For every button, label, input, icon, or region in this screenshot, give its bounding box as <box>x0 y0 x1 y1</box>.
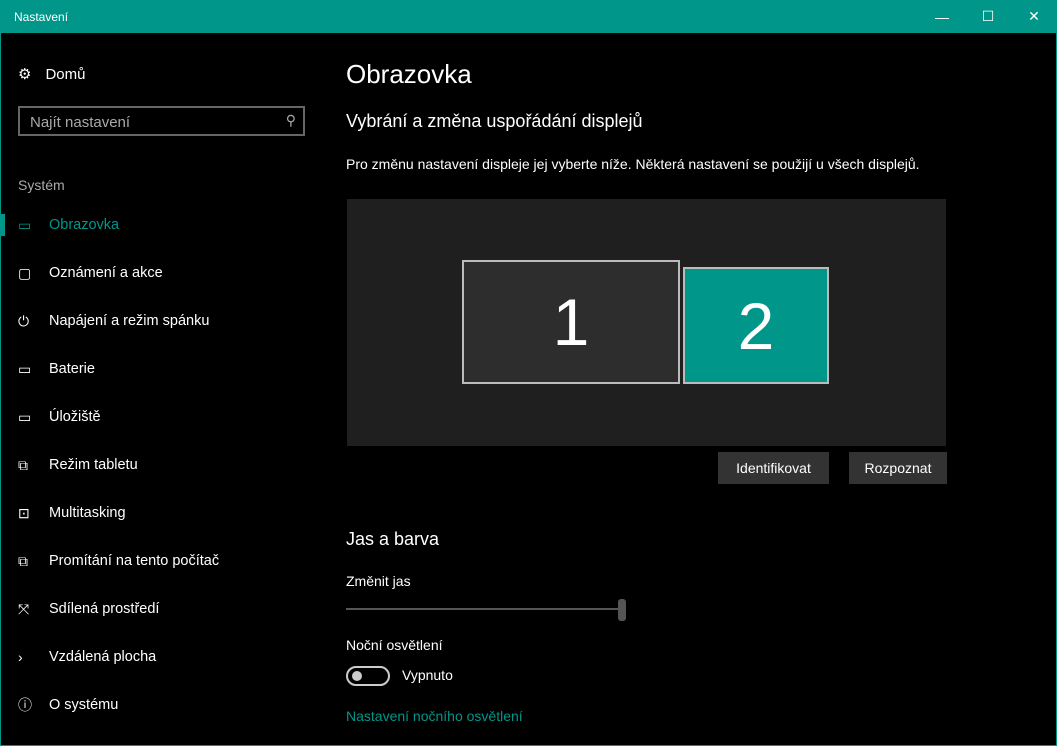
sidebar-item-1[interactable]: ▢ Oznámení a akce <box>1 253 321 293</box>
night-light-label: Noční osvětlení <box>346 637 443 653</box>
night-light-state: Vypnuto <box>402 667 453 683</box>
monitor-2[interactable]: 2 <box>683 267 829 384</box>
sidebar-item-label: Oznámení a akce <box>49 265 163 281</box>
search-placeholder: Najít nastavení <box>30 114 131 131</box>
sidebar-item-icon: ⧉ <box>18 552 28 569</box>
sidebar-item-label: Promítání na tento počítač <box>49 553 220 569</box>
night-light-toggle[interactable] <box>346 666 390 686</box>
sidebar-item-4[interactable]: ▭ Úložiště <box>1 397 321 437</box>
section-label: Systém <box>18 177 65 193</box>
brightness-slider[interactable] <box>346 608 624 610</box>
maximize-button[interactable]: ☐ <box>965 0 1011 33</box>
section-title: Vybrání a změna uspořádání displejů <box>346 111 643 131</box>
sidebar-item-10[interactable]: ⓘ O systému <box>1 685 321 725</box>
sidebar-item-icon: ⊡ <box>18 504 30 521</box>
search-icon[interactable]: ⚲ <box>286 112 296 129</box>
sidebar-item-icon: ▭ <box>18 360 32 377</box>
sidebar-item-icon: › <box>18 649 23 665</box>
sidebar-item-icon: ⤧ <box>18 600 30 617</box>
sidebar-item-6[interactable]: ⊡ Multitasking <box>1 493 321 533</box>
brightness-section-title: Jas a barva <box>346 529 440 549</box>
night-light-settings-link[interactable]: Nastavení nočního osvětlení <box>346 708 523 724</box>
search-input[interactable]: Najít nastavení ⚲ <box>18 106 305 136</box>
sidebar-item-label: Multitasking <box>49 505 126 521</box>
sidebar-item-label: Napájení a režim spánku <box>49 313 210 329</box>
display-arrangement: 1 2 <box>347 199 946 446</box>
sidebar-item-5[interactable]: ⧉ Režim tabletu <box>1 445 321 485</box>
sidebar-item-label: Vzdálená plocha <box>49 649 157 665</box>
sidebar-item-icon: ⏻ <box>18 312 30 329</box>
sidebar-item-label: Sdílená prostředí <box>49 601 160 617</box>
sidebar-item-0[interactable]: ▭ Obrazovka <box>1 205 321 245</box>
gear-icon: ⚙ <box>18 66 32 83</box>
page-title: Obrazovka <box>346 59 472 89</box>
home-label: Domů <box>45 65 86 83</box>
settings-window: Nastavení — ☐ ✕ ⚙ Domů Najít nastavení ⚲… <box>0 0 1057 746</box>
sidebar-item-icon: ▭ <box>18 408 32 425</box>
sidebar-item-icon: ⧉ <box>18 456 28 473</box>
minimize-button[interactable]: — <box>919 0 965 33</box>
description: Pro změnu nastavení displeje jej vyberte… <box>346 156 920 172</box>
identify-button[interactable]: Identifikovat <box>718 452 829 484</box>
sidebar-item-icon: ⓘ <box>18 697 32 713</box>
sidebar-item-3[interactable]: ▭ Baterie <box>1 349 321 389</box>
sidebar-item-icon: ▢ <box>18 264 32 281</box>
title-bar: Nastavení — ☐ ✕ <box>1 0 1057 33</box>
sidebar-item-2[interactable]: ⏻ Napájení a režim spánku <box>1 301 321 341</box>
monitor-1[interactable]: 1 <box>462 260 680 384</box>
sidebar-item-label: Úložiště <box>49 409 101 425</box>
sidebar-item-label: Obrazovka <box>49 217 120 233</box>
detect-button[interactable]: Rozpoznat <box>849 452 947 484</box>
sidebar-item-8[interactable]: ⤧ Sdílená prostředí <box>1 589 321 629</box>
close-button[interactable]: ✕ <box>1011 0 1057 33</box>
window-title: Nastavení <box>14 10 69 24</box>
sidebar-item-label: Režim tabletu <box>49 457 138 473</box>
home-link[interactable]: ⚙ Domů <box>18 65 86 84</box>
sidebar-item-9[interactable]: › Vzdálená plocha <box>1 637 321 677</box>
sidebar-item-label: O systému <box>49 697 119 713</box>
sidebar-item-7[interactable]: ⧉ Promítání na tento počítač <box>1 541 321 581</box>
sidebar: ⚙ Domů Najít nastavení ⚲ Systém ▭ Obrazov… <box>1 33 321 745</box>
brightness-label: Změnit jas <box>346 573 411 589</box>
sidebar-item-label: Baterie <box>49 361 95 377</box>
sidebar-item-icon: ▭ <box>18 216 32 233</box>
brightness-slider-thumb[interactable] <box>618 599 626 621</box>
